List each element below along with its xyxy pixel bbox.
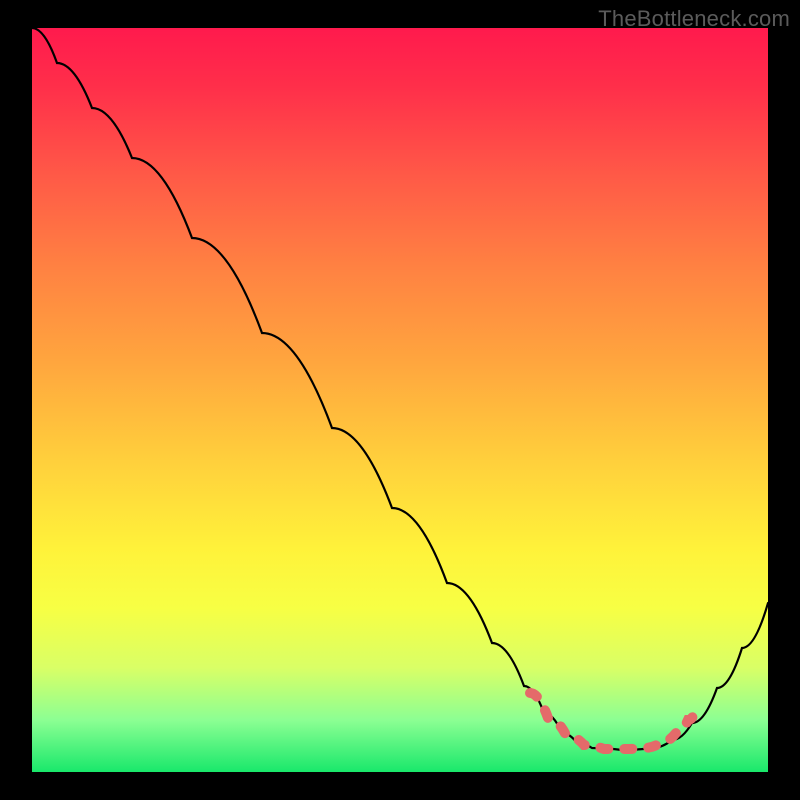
chart-frame: TheBottleneck.com [0,0,800,800]
plot-area [32,28,768,772]
main-curve [32,28,768,750]
curve-layer [32,28,768,772]
